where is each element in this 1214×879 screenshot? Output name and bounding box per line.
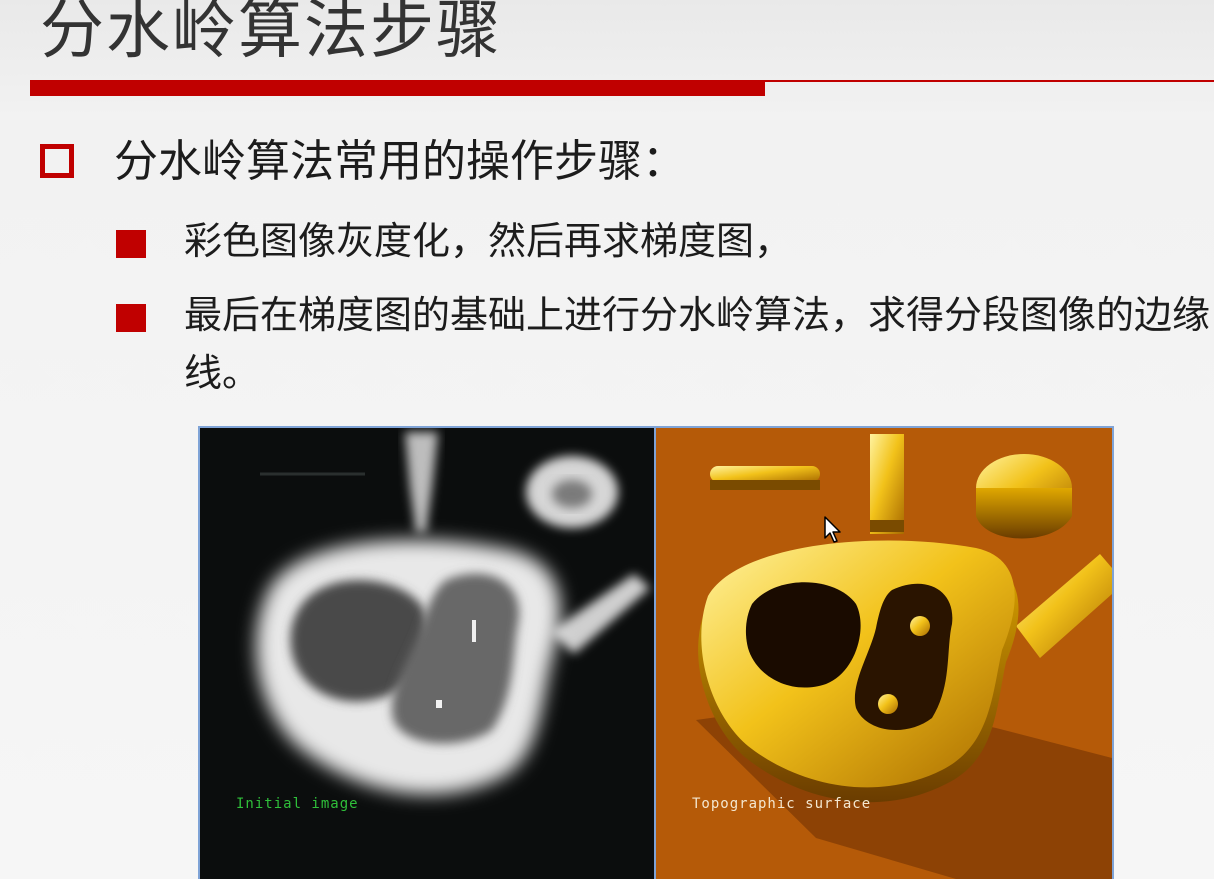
mouse-cursor-icon	[824, 516, 841, 543]
solid-square-bullet-icon	[116, 230, 146, 258]
bullet-level2-text: 彩色图像灰度化，然后再求梯度图，	[184, 219, 793, 263]
bullet-level2-text: 最后在梯度图的基础上进行分水岭算法，求得分段图像的边缘线。	[184, 293, 1211, 395]
title-underline-bar	[30, 80, 765, 96]
topographic-surface-caption: Topographic surface	[692, 796, 872, 812]
solid-square-bullet-icon	[116, 304, 146, 332]
slide: 分水岭算法步骤 分水岭算法常用的操作步骤： 彩色图像灰度化，然后再求梯度图， 最…	[0, 0, 1214, 879]
bullet-level1-text: 分水岭算法常用的操作步骤：	[114, 136, 686, 187]
hollow-square-bullet-icon	[40, 144, 74, 178]
slide-title: 分水岭算法步骤	[40, 0, 502, 68]
title-underline-rule	[765, 80, 1214, 82]
initial-image-caption: Initial image	[236, 796, 359, 812]
